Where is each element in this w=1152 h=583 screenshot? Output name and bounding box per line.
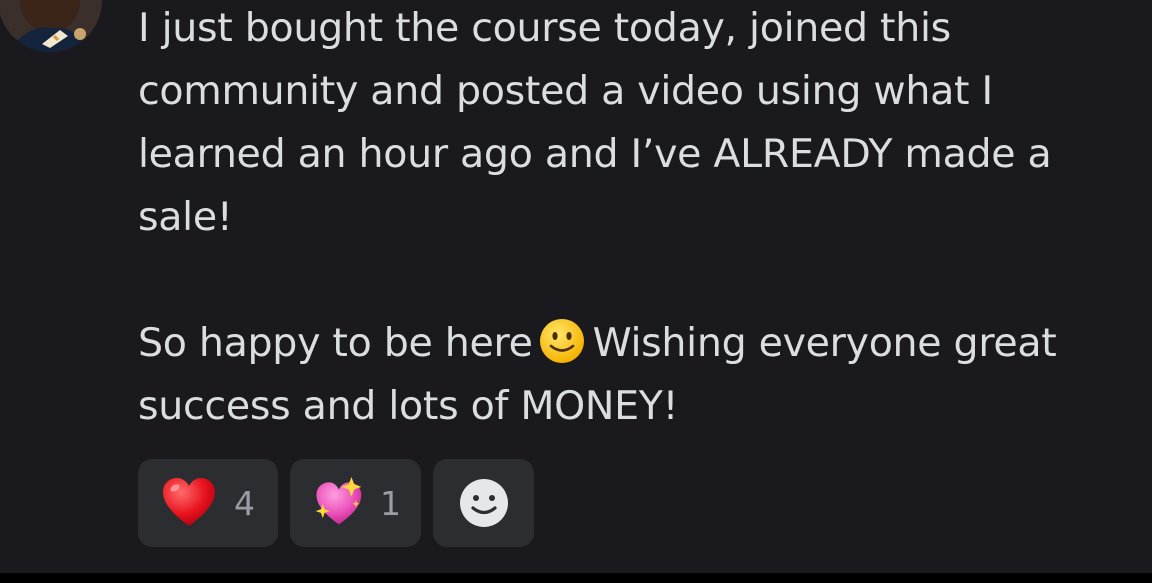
user-avatar[interactable]	[0, 0, 102, 52]
message-text: Wishing everyone great	[592, 320, 1057, 366]
add-reaction-button[interactable]	[433, 459, 534, 547]
message-line: success and lots of MONEY!	[138, 383, 679, 429]
reaction-count: 4	[234, 483, 255, 523]
reaction-sparkling-heart[interactable]: 1	[290, 459, 421, 547]
message-line: I just bought the course today, joined t…	[138, 5, 951, 51]
chat-screen: I just bought the course today, joined t…	[0, 0, 1152, 583]
reaction-red-heart[interactable]: 4	[138, 459, 278, 547]
slightly-smiling-face-icon	[539, 319, 584, 363]
reaction-count: 1	[380, 483, 401, 523]
reactions-bar: 4 1	[138, 459, 534, 547]
message-text: So happy to be here	[138, 320, 533, 366]
message-line: learned an hour ago and I’ve ALREADY mad…	[138, 131, 1052, 177]
bottom-edge-bar	[0, 573, 1152, 583]
red-heart-icon	[163, 478, 215, 526]
message-body: I just bought the course today, joined t…	[138, 0, 1128, 438]
sparkling-heart-icon	[315, 477, 362, 525]
message-line-with-emoji: So happy to be here Wishing everyone gre…	[138, 312, 1128, 375]
avatar-image	[0, 0, 102, 52]
add-reaction-icon	[459, 479, 508, 527]
message-line: sale!	[138, 194, 233, 240]
message-line: community and posted a video using what …	[138, 68, 993, 114]
